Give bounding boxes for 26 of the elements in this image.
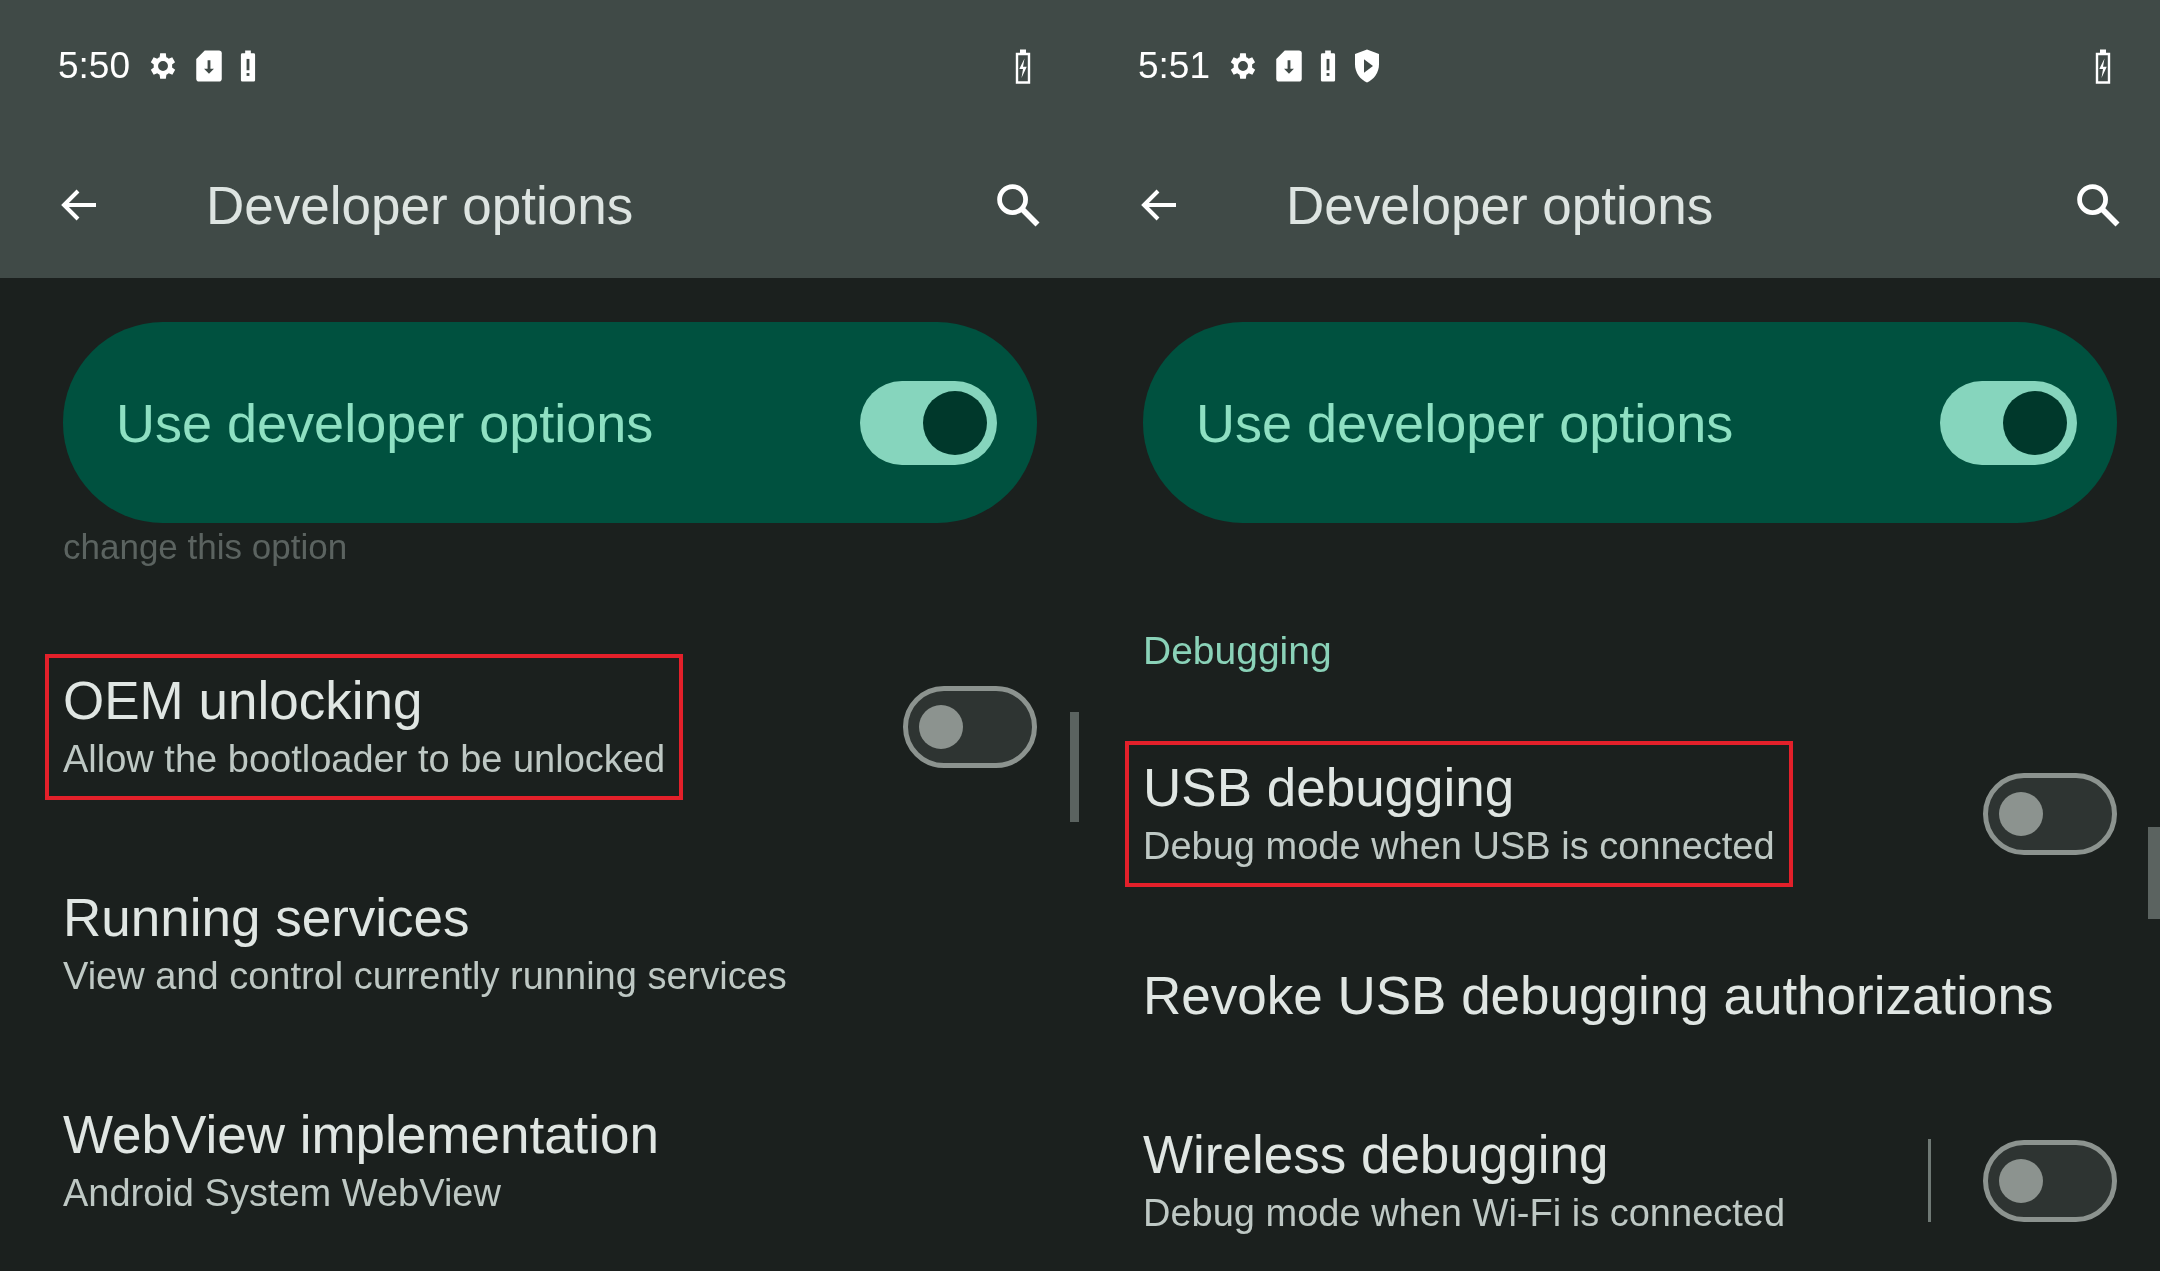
setting-summary: View and control currently running services xyxy=(63,953,787,999)
shield-play-icon xyxy=(1352,48,1382,84)
app-bar-title: Developer options xyxy=(1286,174,1715,236)
sd-card-download-icon xyxy=(194,49,224,83)
app-bar-title: Developer options xyxy=(206,174,635,236)
section-header: Debugging xyxy=(1143,629,1332,672)
status-time: 5:51 xyxy=(1138,45,1210,87)
setting-title[interactable]: OEM unlocking xyxy=(63,667,666,734)
setting-summary: Allow the bootloader to be unlocked xyxy=(63,736,666,782)
setting-title[interactable]: Wireless debugging xyxy=(1143,1121,1786,1188)
battery-alert-icon xyxy=(238,49,258,83)
setting-summary: Debug mode when Wi-Fi is connected xyxy=(1143,1190,1786,1236)
main-switch-card[interactable]: Use developer options xyxy=(63,322,1037,523)
setting-summary: Debug mode when USB is connected xyxy=(1143,823,1775,869)
battery-alert-icon xyxy=(1318,49,1338,83)
status-time: 5:50 xyxy=(58,45,130,87)
main-switch-label: Use developer options xyxy=(1196,391,1735,454)
faded-description-text: change this option xyxy=(63,526,349,568)
setting-title[interactable]: Revoke USB debugging authorizations xyxy=(1143,963,2054,1029)
sd-card-download-icon xyxy=(1274,49,1304,83)
setting-title[interactable]: WebView implementation xyxy=(63,1101,660,1168)
setting-title[interactable]: Running services xyxy=(63,884,787,951)
main-switch-card[interactable]: Use developer options xyxy=(1143,322,2117,523)
main-switch-label: Use developer options xyxy=(116,391,655,454)
setting-title[interactable]: USB debugging xyxy=(1143,754,1775,821)
setting-summary: Android System WebView xyxy=(63,1170,502,1216)
